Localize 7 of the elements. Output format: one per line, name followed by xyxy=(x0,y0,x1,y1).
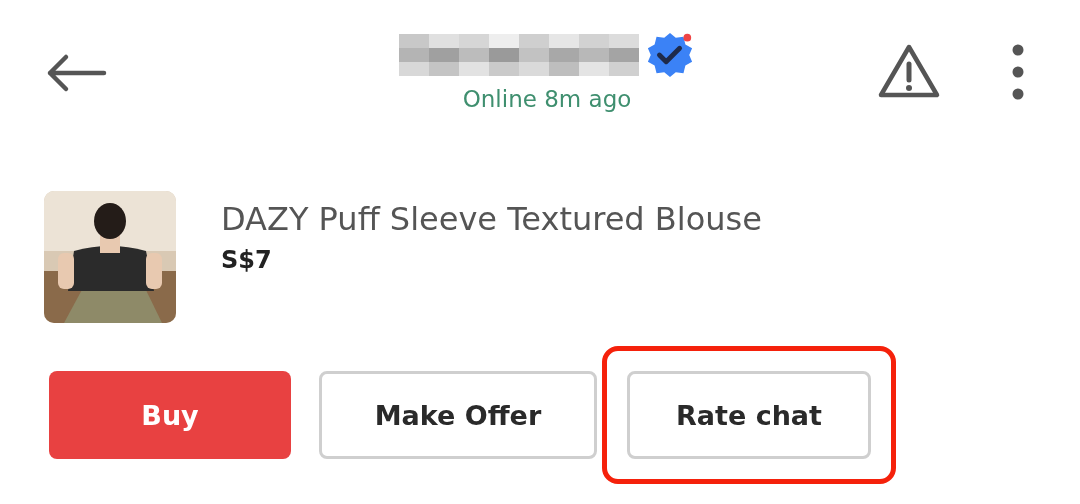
buy-button[interactable]: Buy xyxy=(49,371,291,459)
action-button[interactable]: Make Offer xyxy=(319,371,597,459)
product-title: DAZY Puff Sleeve Textured Blouse xyxy=(221,200,762,238)
more-menu-icon[interactable] xyxy=(1012,44,1024,100)
action-button[interactable]: Rate chat xyxy=(627,371,871,459)
online-status: Online 8m ago xyxy=(462,86,632,112)
product-price: S$7 xyxy=(221,246,273,274)
